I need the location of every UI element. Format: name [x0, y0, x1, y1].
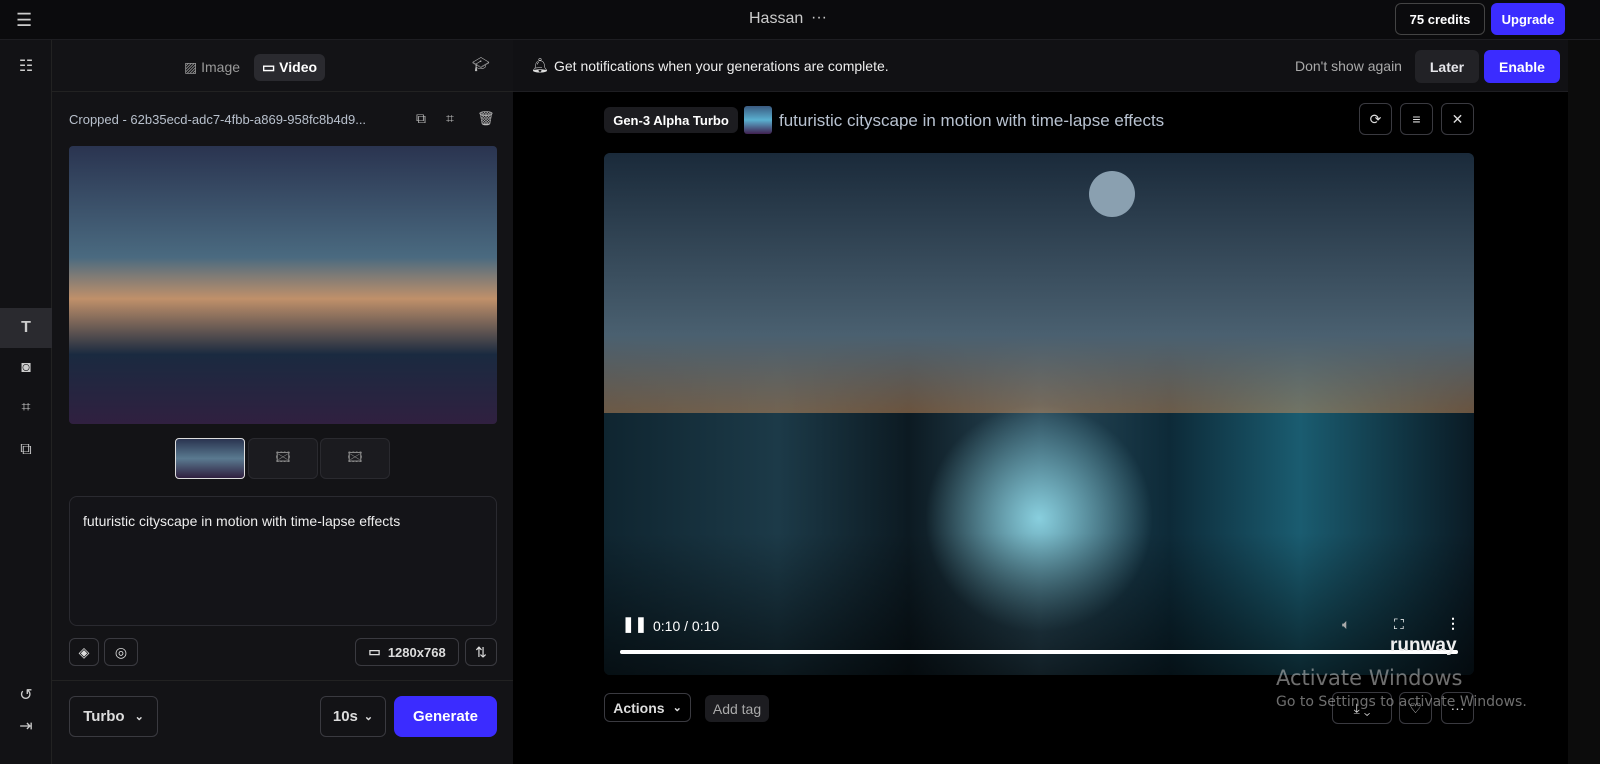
camera-control-button[interactable]: ◎ — [104, 638, 138, 666]
more-icon[interactable]: ··· — [811, 9, 827, 27]
layers-button[interactable]: ◈ — [69, 638, 99, 666]
generation-thumbnail — [744, 106, 772, 134]
aspect-icon: ▭ — [368, 644, 388, 659]
duration-select-label: 10s — [332, 708, 358, 725]
notification-text: Get notifications when your generations … — [554, 58, 889, 74]
tab-image-label: Image — [201, 59, 241, 75]
runway-watermark: runway — [1390, 635, 1457, 656]
generation-panel: ▨ Image ▭ Video 🎓︎ Cropped - 62b35ecd-ad… — [52, 40, 513, 764]
enable-button[interactable]: Enable — [1484, 50, 1560, 83]
layers-icon[interactable]: ⧉ — [0, 430, 52, 470]
crop-icon[interactable]: ⌗ — [446, 110, 454, 127]
tab-video-label: Video — [279, 59, 318, 75]
model-select[interactable]: Turbo ⌄ — [69, 696, 158, 737]
pause-icon[interactable]: ❚❚ — [622, 615, 647, 633]
add-tag-button[interactable]: Add tag — [705, 695, 769, 722]
chevron-down-icon: ⌄ — [363, 711, 374, 723]
close-button[interactable]: ✕ — [1441, 103, 1474, 135]
resolution-button[interactable]: ▭ 1280x768 — [355, 638, 459, 666]
generation-title: futuristic cityscape in motion with time… — [779, 111, 1165, 130]
bell-icon: 🔔︎ — [531, 57, 549, 73]
credits-button[interactable]: 75 credits — [1395, 3, 1485, 35]
model-badge: Gen-3 Alpha Turbo — [604, 107, 738, 133]
video-icon: ▭ — [262, 59, 280, 75]
details-button[interactable]: ≡ — [1400, 103, 1433, 135]
text-tool-icon[interactable]: T — [0, 308, 52, 348]
asset-name: Cropped - 62b35ecd-adc7-4fbb-a869-958fc8… — [69, 112, 367, 127]
left-rail: ☷ T ◙ ⌗ ⧉ ↺ ⇥ — [0, 40, 52, 764]
menu-icon[interactable]: ☰ — [16, 10, 32, 31]
add-keyframe-middle[interactable]: 🖾 — [248, 438, 318, 479]
video-player[interactable]: ❚❚ 0:10 / 0:10 🔈︎ ⛶ ⋮ runway — [604, 153, 1474, 675]
input-image[interactable] — [69, 146, 497, 424]
actions-button[interactable]: Actions ⌄ — [604, 693, 691, 722]
duplicate-icon[interactable]: ⧉ — [416, 110, 426, 127]
video-time: 0:10 / 0:10 — [653, 618, 720, 634]
top-bar: ☰ Hassan ··· 75 credits Upgrade — [0, 0, 1600, 40]
assets-icon[interactable]: ☷ — [0, 46, 52, 86]
camera-icon[interactable]: ◙ — [0, 348, 52, 388]
prompt-input[interactable]: futuristic cityscape in motion with time… — [69, 496, 497, 626]
progress-bar[interactable] — [620, 650, 1458, 654]
dont-show-again-link[interactable]: Don't show again — [1295, 58, 1402, 74]
moon — [1089, 171, 1135, 217]
chevron-down-icon: ⌄ — [134, 711, 144, 723]
activate-windows-subtitle: Go to Settings to activate Windows. — [1276, 694, 1527, 710]
upgrade-button[interactable]: Upgrade — [1491, 3, 1565, 35]
image-icon: ▨ — [184, 59, 202, 75]
learn-icon[interactable]: 🎓︎ — [472, 56, 490, 73]
generate-button[interactable]: Generate — [394, 696, 497, 737]
regenerate-button[interactable]: ⟳ — [1359, 103, 1392, 135]
later-button[interactable]: Later — [1415, 50, 1479, 83]
activate-windows-title: Activate Windows — [1276, 666, 1463, 690]
model-select-label: Turbo — [83, 708, 125, 725]
workspace-title[interactable]: Hassan — [749, 10, 803, 28]
duration-select[interactable]: 10s ⌄ — [320, 696, 386, 737]
more-options-icon[interactable]: ⋮ — [1446, 615, 1460, 632]
tab-image[interactable]: ▨ Image — [176, 54, 248, 81]
chevron-down-icon: ⌄ — [672, 702, 682, 714]
settings-sliders-button[interactable]: ⇅ — [465, 638, 497, 666]
volume-icon[interactable]: 🔈︎ — [1342, 616, 1350, 633]
scrollbar[interactable] — [1568, 40, 1600, 764]
fullscreen-icon[interactable]: ⛶ — [1394, 616, 1404, 633]
delete-icon[interactable]: 🗑︎ — [477, 110, 495, 127]
mode-tabs: ▨ Image ▭ Video — [176, 54, 326, 81]
resolution-label: 1280x768 — [387, 644, 446, 660]
face-scan-icon[interactable]: ⌗ — [0, 388, 52, 428]
actions-label: Actions — [613, 699, 665, 716]
tab-video[interactable]: ▭ Video — [254, 54, 326, 81]
keyframe-first[interactable] — [175, 438, 245, 479]
notification-bar: 🔔︎ Get notifications when your generatio… — [513, 40, 1568, 92]
collapse-icon[interactable]: ⇥ — [0, 706, 52, 746]
add-keyframe-last[interactable]: 🖾 — [320, 438, 390, 479]
